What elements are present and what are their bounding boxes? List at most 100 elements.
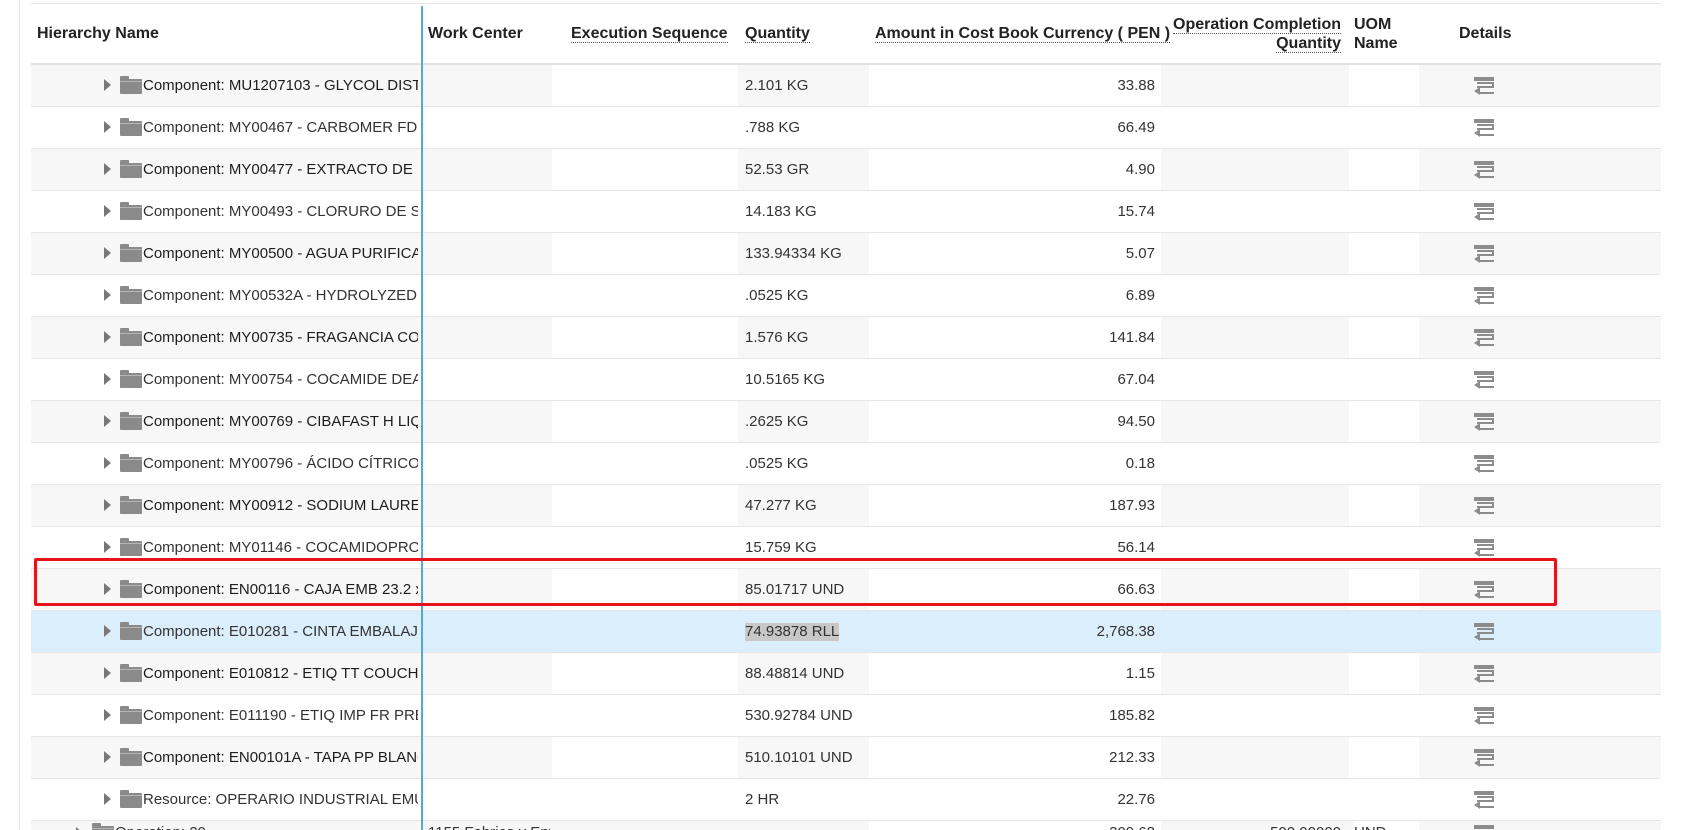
expand-arrow-icon[interactable] (104, 499, 111, 511)
node-type-label: Component: (143, 539, 229, 556)
amount-cell: 6.89 (869, 275, 1161, 316)
hierarchy-name-cell: Component: MY00912 - SODIUM LAURETH SULF… (31, 485, 451, 526)
operation-completion-cell (1161, 443, 1347, 484)
table-row[interactable]: Component: MY00477 - EXTRACTO DE MIEL 52.… (31, 149, 1661, 191)
table-row[interactable]: Component: MY00493 - CLORURO DE SODIO 14.… (31, 191, 1661, 233)
hierarchy-name-text: Component: E010281 - CINTA EMBALAJE 2 (143, 611, 418, 652)
details-icon[interactable] (1474, 287, 1494, 305)
node-type-label: Component: (143, 329, 229, 346)
header-amount[interactable]: Amount in Cost Book Currency ( PEN ) (875, 24, 1171, 43)
header-operation-completion-quantity[interactable]: Operation Completion Quantity (1141, 15, 1341, 53)
hierarchy-name-text: Component: MY00532A - HYDROLYZED SILK (143, 275, 418, 316)
details-icon[interactable] (1474, 665, 1494, 683)
expand-arrow-icon[interactable] (104, 625, 111, 637)
details-icon[interactable] (1474, 161, 1494, 179)
table-row[interactable]: Component: MY00735 - FRAGANCIA COMPUESTA… (31, 317, 1661, 359)
header-hierarchy-name[interactable]: Hierarchy Name (37, 24, 159, 43)
expand-arrow-icon[interactable] (104, 709, 111, 721)
expand-arrow-icon[interactable] (104, 247, 111, 259)
details-icon[interactable] (1474, 825, 1494, 830)
amount-value: 6.89 (1125, 287, 1155, 304)
table-row[interactable]: Component: MY00754 - COCAMIDE DEA 10.5165… (31, 359, 1661, 401)
table-row[interactable]: Component: MY01146 - COCAMIDOPROPYL BETA… (31, 527, 1661, 569)
quantity-cell: .0525 KG (745, 275, 869, 316)
header-operation-completion-line1: Operation Completion (1173, 16, 1341, 34)
amount-cell: 1.15 (869, 653, 1161, 694)
amount-cell: 22.76 (869, 779, 1161, 820)
hierarchy-name-text: Component: EN00101A - TAPA PP BLANCO (143, 737, 418, 778)
frozen-column-divider[interactable] (421, 6, 423, 830)
details-icon[interactable] (1474, 329, 1494, 347)
details-icon[interactable] (1474, 707, 1494, 725)
details-icon[interactable] (1474, 497, 1494, 515)
details-icon[interactable] (1474, 539, 1494, 557)
quantity-value: 10.5165 KG (745, 371, 826, 388)
table-row[interactable]: Component: MY00532A - HYDROLYZED SILK .05… (31, 275, 1661, 317)
hierarchy-name-text: Component: MY00493 - CLORURO DE SODIO (143, 191, 418, 232)
node-name-label: MY00477 - EXTRACTO DE MIEL (228, 161, 418, 178)
expand-arrow-icon[interactable] (104, 205, 111, 217)
node-type-label: Component: (143, 161, 229, 178)
node-name-label: MY00754 - COCAMIDE DEA (228, 371, 418, 388)
header-details[interactable]: Details (1459, 24, 1511, 43)
quantity-value: 85.01717 UND (745, 581, 845, 598)
expand-arrow-icon[interactable] (104, 583, 111, 595)
quantity-cell: 2 HR (745, 779, 869, 820)
amount-cell: 56.14 (869, 527, 1161, 568)
expand-arrow-icon[interactable] (104, 331, 111, 343)
table-row[interactable]: Component: MY00500 - AGUA PURIFICADA 133.… (31, 233, 1661, 275)
details-icon[interactable] (1474, 77, 1494, 95)
details-icon[interactable] (1474, 371, 1494, 389)
header-uom-name[interactable]: UOM Name (1354, 15, 1398, 53)
folder-icon (120, 370, 142, 388)
details-icon[interactable] (1474, 455, 1494, 473)
table-row[interactable]: Component: MY00467 - CARBOMER FD20 .788 K… (31, 107, 1661, 149)
details-icon[interactable] (1474, 203, 1494, 221)
header-execution-sequence[interactable]: Execution Sequence (571, 24, 728, 43)
details-icon[interactable] (1474, 581, 1494, 599)
expand-arrow-icon[interactable] (104, 415, 111, 427)
details-icon[interactable] (1474, 749, 1494, 767)
header-quantity[interactable]: Quantity (745, 24, 810, 43)
uom-name-cell (1349, 191, 1419, 232)
details-icon[interactable] (1474, 413, 1494, 431)
folder-icon (120, 76, 142, 94)
details-icon[interactable] (1474, 791, 1494, 809)
expand-arrow-icon[interactable] (104, 667, 111, 679)
table-row[interactable]: Component: EN00116 - CAJA EMB 23.2 x 1 85… (31, 569, 1661, 611)
execution-sequence-cell (552, 317, 738, 358)
uom-name-cell (1349, 317, 1419, 358)
expand-arrow-icon[interactable] (104, 121, 111, 133)
table-row[interactable]: Component: MY00769 - CIBAFAST H LIQUID .2… (31, 401, 1661, 443)
table-row[interactable]: Component: E010281 - CINTA EMBALAJE 2 74.… (31, 611, 1661, 653)
amount-value: 94.50 (1117, 413, 1155, 430)
expand-arrow-icon[interactable] (104, 457, 111, 469)
header-work-center[interactable]: Work Center (428, 24, 523, 43)
table-row[interactable]: Component: E010812 - ETIQ TT COUCHE B 88.… (31, 653, 1661, 695)
quantity-value: 530.92784 UND (745, 707, 853, 724)
table-row[interactable]: Component: E011190 - ETIQ IMP FR PRECIO 5… (31, 695, 1661, 737)
expand-arrow-icon[interactable] (104, 541, 111, 553)
table-row[interactable]: Component: EN00101A - TAPA PP BLANCO 510.… (31, 737, 1661, 779)
expand-arrow-icon[interactable] (104, 289, 111, 301)
details-icon[interactable] (1474, 119, 1494, 137)
node-name-label: MY00467 - CARBOMER FD20 (228, 119, 418, 136)
table-row[interactable]: Component: MU1207103 - GLYCOL DISTEARATE… (31, 65, 1661, 107)
expand-arrow-icon[interactable] (104, 79, 111, 91)
quantity-cell: 510.10101 UND (745, 737, 869, 778)
table-row[interactable]: Resource: OPERARIO INDUSTRIAL EMULSIONES… (31, 779, 1661, 821)
table-row[interactable]: Component: MY00912 - SODIUM LAURETH SULF… (31, 485, 1661, 527)
details-icon[interactable] (1474, 245, 1494, 263)
expand-arrow-icon[interactable] (104, 163, 111, 175)
table-row[interactable]: Component: MY00796 - ÁCIDO CÍTRICO ANHID… (31, 443, 1661, 485)
execution-sequence-cell (552, 737, 738, 778)
uom-name-cell (1349, 569, 1419, 610)
expand-arrow-icon[interactable] (104, 793, 111, 805)
node-name-label: MY00493 - CLORURO DE SODIO (228, 203, 418, 220)
table-row-operation[interactable]: Operation: 20 1155 Fabrica y Envasado 209.… (31, 821, 1661, 830)
expand-arrow-icon[interactable] (104, 373, 111, 385)
details-icon[interactable] (1474, 623, 1494, 641)
expand-arrow-icon[interactable] (104, 751, 111, 763)
header-details-label: Details (1459, 25, 1512, 42)
amount-value: 1.15 (1125, 665, 1155, 682)
